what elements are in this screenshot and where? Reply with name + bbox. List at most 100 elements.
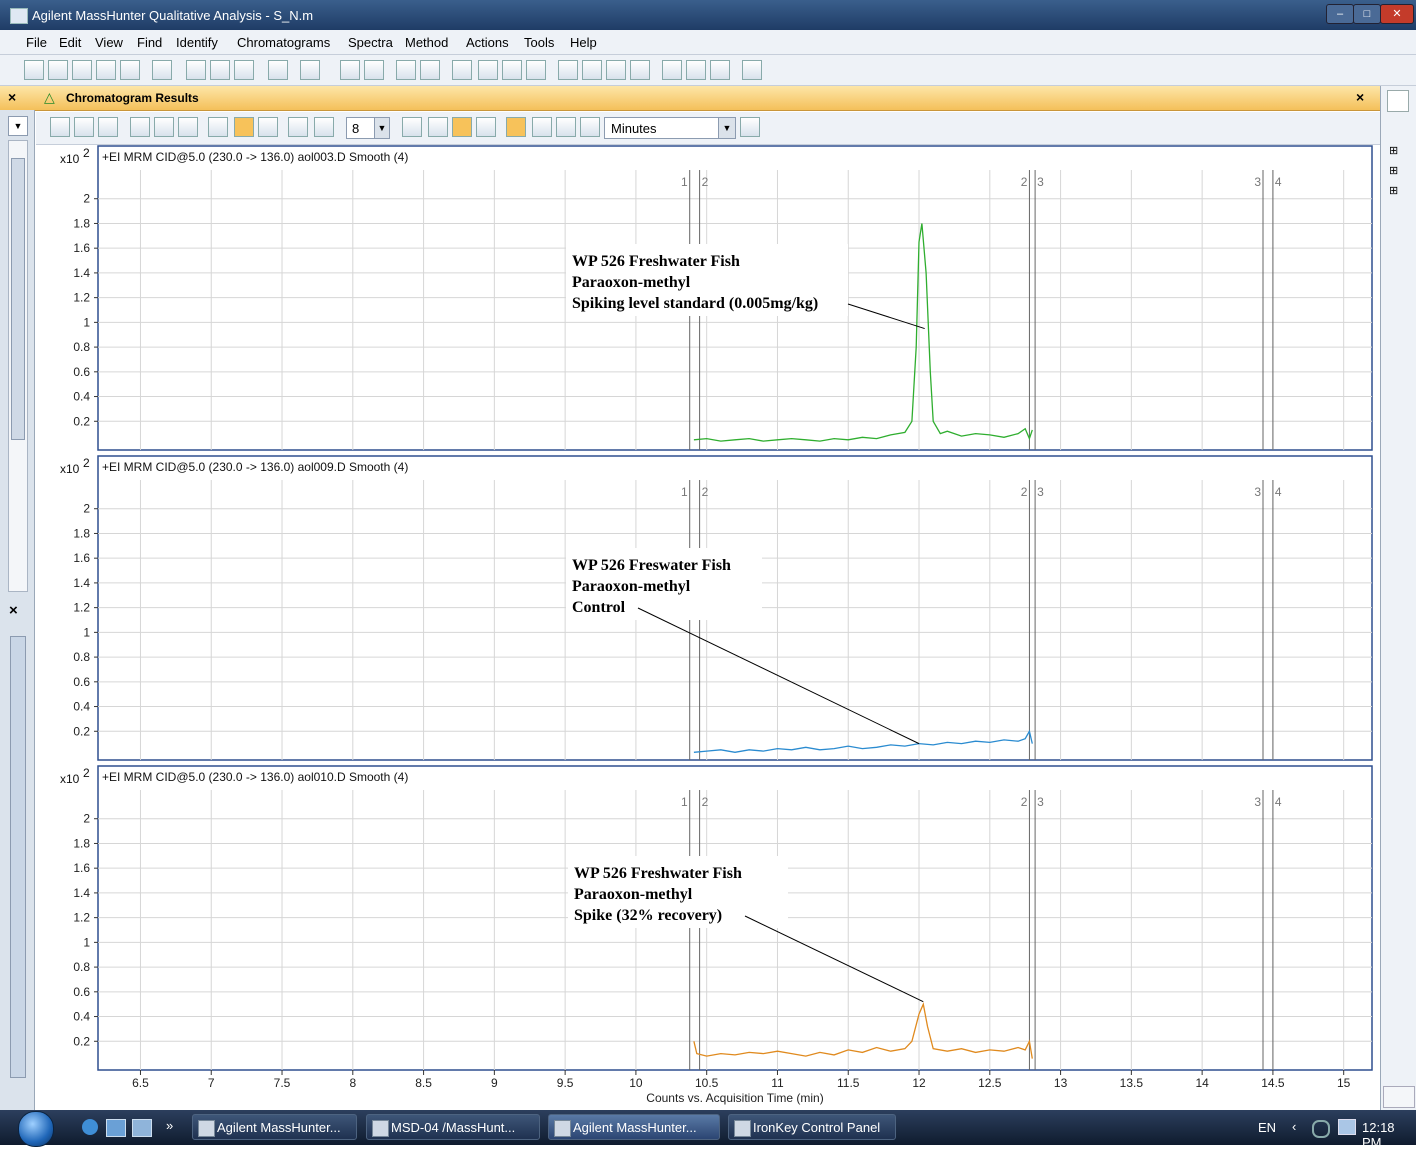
switch-windows-icon[interactable] [132, 1119, 152, 1137]
clock[interactable]: 12:18 PM [1362, 1120, 1416, 1150]
menu-view[interactable]: View [95, 35, 123, 50]
autoscale-y-icon[interactable] [98, 117, 118, 137]
spectrum-multi-icon[interactable] [526, 60, 546, 80]
formula-icon[interactable] [686, 60, 706, 80]
menu-identify[interactable]: Identify [176, 35, 218, 50]
segment-label: 3 [1037, 485, 1044, 499]
select-range-icon[interactable] [208, 117, 228, 137]
x-tick-label: 7.5 [274, 1076, 291, 1090]
x-tick-label: 15 [1337, 1076, 1351, 1090]
menu-spectra[interactable]: Spectra [348, 35, 393, 50]
autoscale-icon[interactable] [50, 117, 70, 137]
layout-icon[interactable] [742, 60, 762, 80]
chromatogram-view-icon[interactable] [364, 60, 384, 80]
y-tick-label: 0.8 [73, 340, 90, 354]
language-indicator[interactable]: EN [1258, 1120, 1276, 1135]
structure-icon[interactable] [710, 60, 730, 80]
rotate-right-icon[interactable] [314, 117, 334, 137]
peak-icon[interactable] [478, 60, 498, 80]
menu-actions[interactable]: Actions [466, 35, 509, 50]
zoom-icon[interactable] [130, 117, 150, 137]
layout-icon[interactable] [1387, 90, 1409, 112]
folder-icon[interactable] [96, 60, 116, 80]
open-icon[interactable] [24, 60, 44, 80]
identify-icon[interactable] [630, 60, 650, 80]
normalize-icon[interactable] [580, 117, 600, 137]
redo-icon[interactable] [300, 60, 320, 80]
pin-close-icon[interactable]: × [8, 89, 16, 105]
integrate-icon[interactable] [234, 117, 254, 137]
spectra-extract-icon[interactable] [582, 60, 602, 80]
menu-file[interactable]: File [26, 35, 47, 50]
task-ironkey[interactable]: IronKey Control Panel [728, 1114, 896, 1140]
spectra-combine-icon[interactable] [606, 60, 626, 80]
scrollbar-thumb[interactable] [11, 158, 25, 440]
tree-strip[interactable] [10, 636, 26, 1078]
close-icon[interactable]: × [9, 602, 18, 619]
compound-icon[interactable] [558, 60, 578, 80]
expand-icon[interactable]: ⊞ [1389, 184, 1398, 197]
chevron-down-icon[interactable]: ▼ [718, 118, 735, 138]
panel-close-icon[interactable]: × [1356, 89, 1364, 105]
internet-explorer-icon[interactable] [82, 1119, 98, 1135]
rotate-left-icon[interactable] [288, 117, 308, 137]
menu-tools[interactable]: Tools [524, 35, 554, 50]
task-agilent-1[interactable]: Agilent MassHunter... [192, 1114, 357, 1140]
checkbox-multi-icon[interactable] [210, 60, 230, 80]
show-desktop-icon[interactable] [106, 1119, 126, 1137]
autoscale-x-icon[interactable] [74, 117, 94, 137]
fit-x-icon[interactable] [402, 117, 422, 137]
percent-icon[interactable] [532, 117, 552, 137]
annotation-line: Paraoxon-methyl [572, 274, 691, 291]
open-data-icon[interactable] [48, 60, 68, 80]
scrollbar[interactable] [1383, 1086, 1415, 1108]
print-icon[interactable] [120, 60, 140, 80]
notes-icon[interactable] [420, 60, 440, 80]
expand-icon[interactable]: ⊞ [1389, 164, 1398, 177]
zoom-y-icon[interactable] [154, 117, 174, 137]
task-msd04[interactable]: MSD-04 /MassHunt... [366, 1114, 540, 1140]
print-chart-icon[interactable] [740, 117, 760, 137]
menu-help[interactable]: Help [570, 35, 597, 50]
menu-chromatograms[interactable]: Chromatograms [237, 35, 330, 50]
chromatogram-plot-area[interactable]: 21.81.61.41.210.80.60.40.2x10 2 +EI MRM CI… [36, 144, 1380, 1110]
link-icon[interactable] [340, 60, 360, 80]
smoothing-select[interactable]: 8 ▼ [346, 117, 390, 139]
close-icon[interactable]: ✕ [1380, 4, 1414, 24]
undo-icon[interactable] [268, 60, 288, 80]
x-tick-label: 14 [1195, 1076, 1209, 1090]
percent-off-icon[interactable] [506, 117, 526, 137]
units-select[interactable]: Minutes ▼ [604, 117, 736, 139]
baseline-icon[interactable] [476, 117, 496, 137]
menu-edit[interactable]: Edit [59, 35, 81, 50]
spectrum-icon[interactable] [502, 60, 522, 80]
chromatogram-icon[interactable] [452, 60, 472, 80]
chevron-right-icon[interactable]: » [166, 1118, 173, 1133]
peak-label-icon[interactable] [258, 117, 278, 137]
y-tick-label: 2 [83, 812, 90, 826]
report-icon[interactable] [396, 60, 416, 80]
menu-method[interactable]: Method [405, 35, 448, 50]
menu-find[interactable]: Find [137, 35, 162, 50]
task-agilent-2[interactable]: Agilent MassHunter... [548, 1114, 720, 1140]
chevron-down-icon[interactable]: ▼ [374, 118, 389, 138]
chevron-down-icon[interactable]: ▼ [8, 116, 28, 136]
minimize-icon[interactable]: – [1326, 4, 1354, 24]
expand-icon[interactable]: ⊞ [1389, 144, 1398, 157]
overlay-icon[interactable] [178, 117, 198, 137]
monitor-icon[interactable] [1338, 1119, 1356, 1135]
peak-height-icon[interactable] [428, 117, 448, 137]
maximize-icon[interactable]: □ [1353, 4, 1381, 24]
method-run-icon[interactable] [152, 60, 172, 80]
network-icon[interactable] [1312, 1120, 1330, 1138]
peak-area-icon[interactable] [452, 117, 472, 137]
save-icon[interactable] [72, 60, 92, 80]
y-tick-label: 0.2 [73, 414, 90, 428]
checkbox-icon[interactable] [186, 60, 206, 80]
agilent-icon [198, 1120, 215, 1137]
checkbox-all-icon[interactable] [234, 60, 254, 80]
tray-chevron-icon[interactable]: ‹ [1292, 1119, 1296, 1134]
library-search-icon[interactable] [662, 60, 682, 80]
percent-scale-icon[interactable] [556, 117, 576, 137]
start-button[interactable] [18, 1111, 54, 1147]
